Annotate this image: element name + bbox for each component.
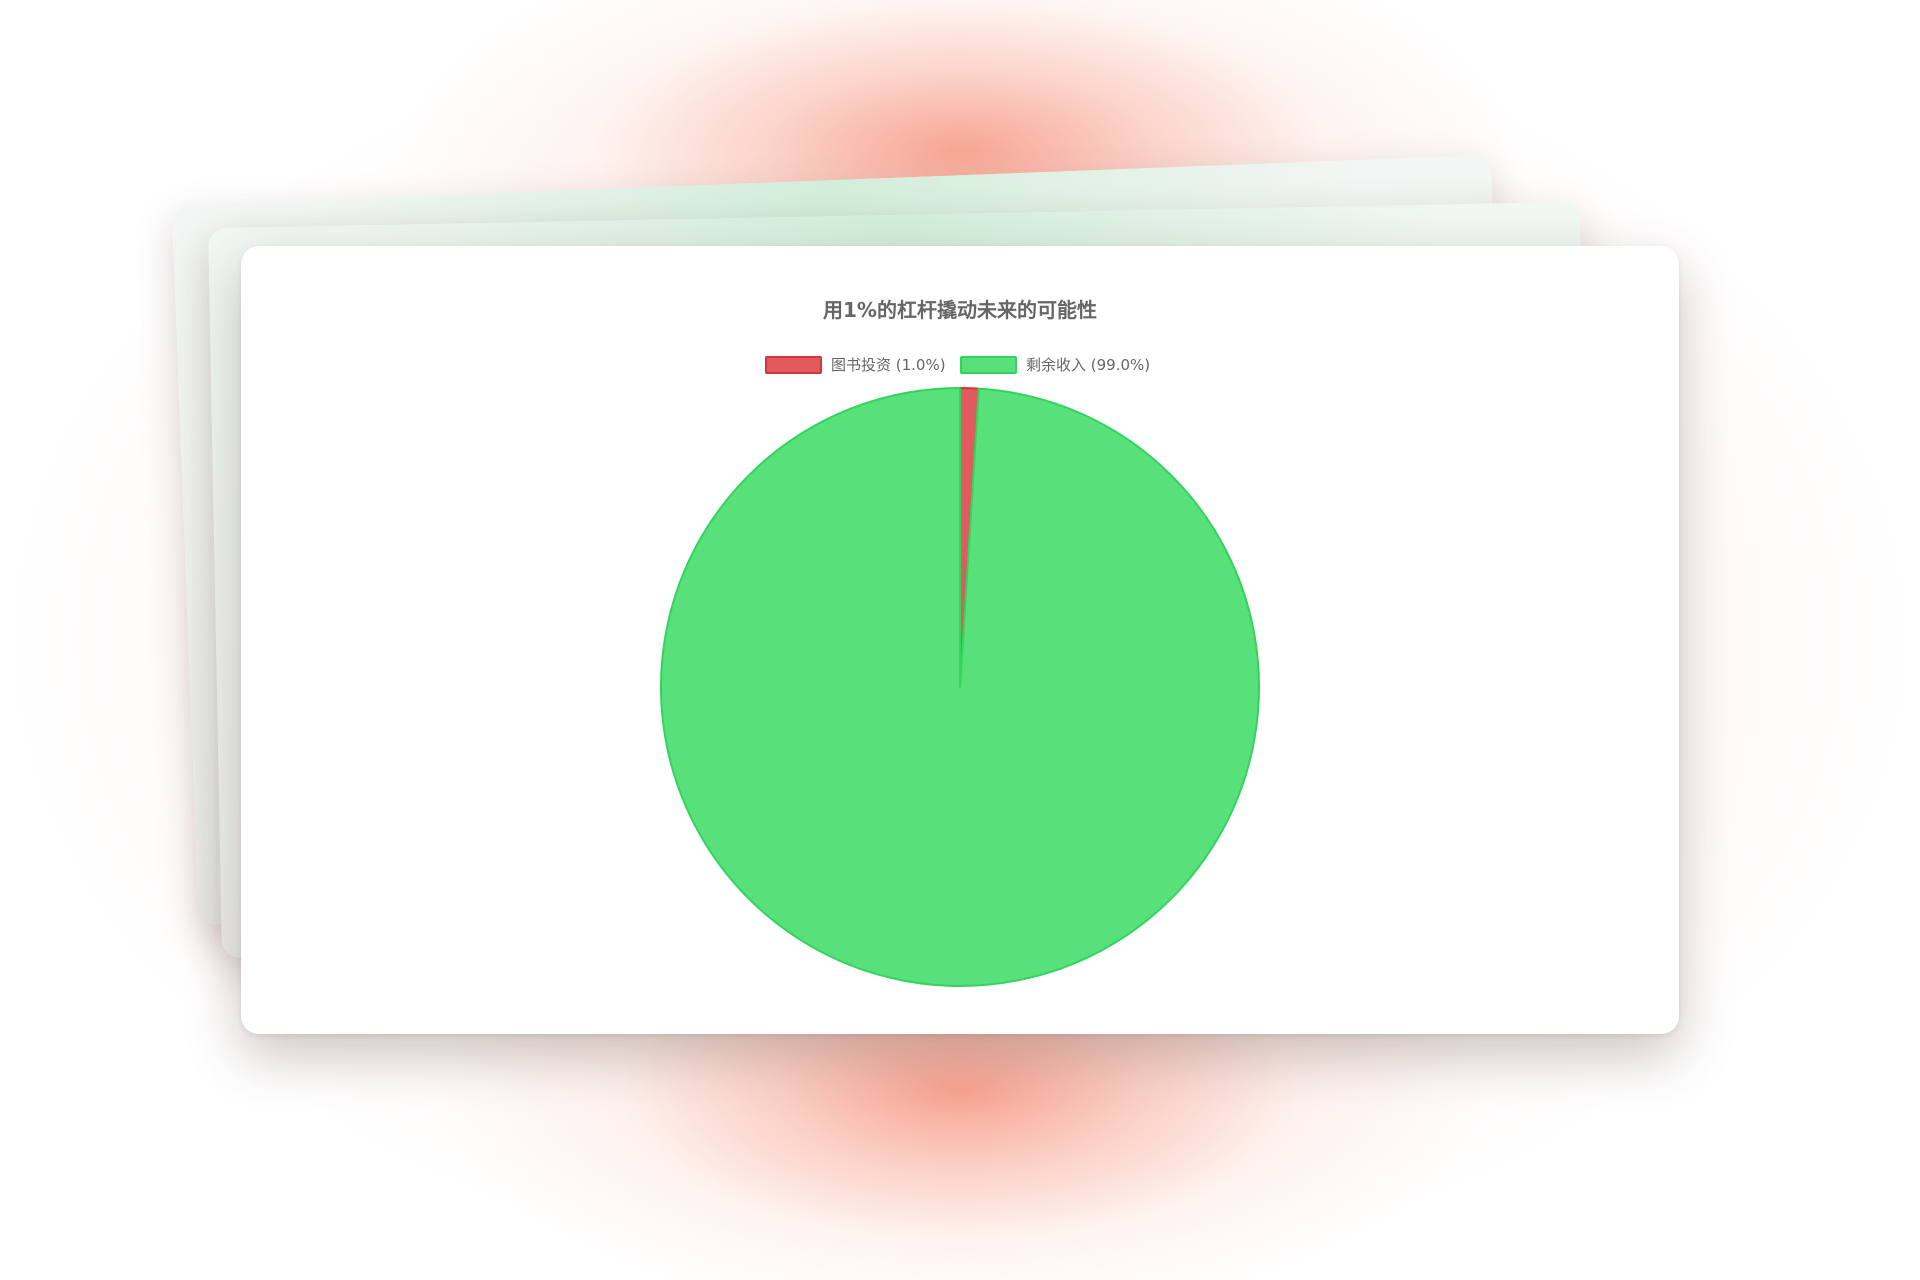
pie-chart: 用1%的杠杆撬动未来的可能性 图书投资 (1.0%) 剩余收入 (99.0%) <box>660 298 1260 987</box>
legend-swatch-remaining-income <box>960 356 1017 374</box>
legend-label-remaining-income: 剩余收入 (99.0%) <box>1026 356 1150 374</box>
chart-title: 用1%的杠杆撬动未来的可能性 <box>823 298 1097 322</box>
legend-item-remaining-income[interactable]: 剩余收入 (99.0%) <box>960 356 1150 374</box>
legend-item-book-investment[interactable]: 图书投资 (1.0%) <box>765 356 946 374</box>
stage: 用1%的杠杆撬动未来的可能性 图书投资 (1.0%) 剩余收入 (99.0%) <box>0 0 1920 1280</box>
legend-label-book-investment: 图书投资 (1.0%) <box>831 356 946 374</box>
chart-card: 用1%的杠杆撬动未来的可能性 图书投资 (1.0%) 剩余收入 (99.0%) <box>241 246 1679 1034</box>
pie-slices <box>660 387 1260 987</box>
pie-slice-remaining-income[interactable] <box>660 387 1260 987</box>
chart-legend: 图书投资 (1.0%) 剩余收入 (99.0%) <box>765 356 1150 374</box>
legend-swatch-book-investment <box>765 356 822 374</box>
